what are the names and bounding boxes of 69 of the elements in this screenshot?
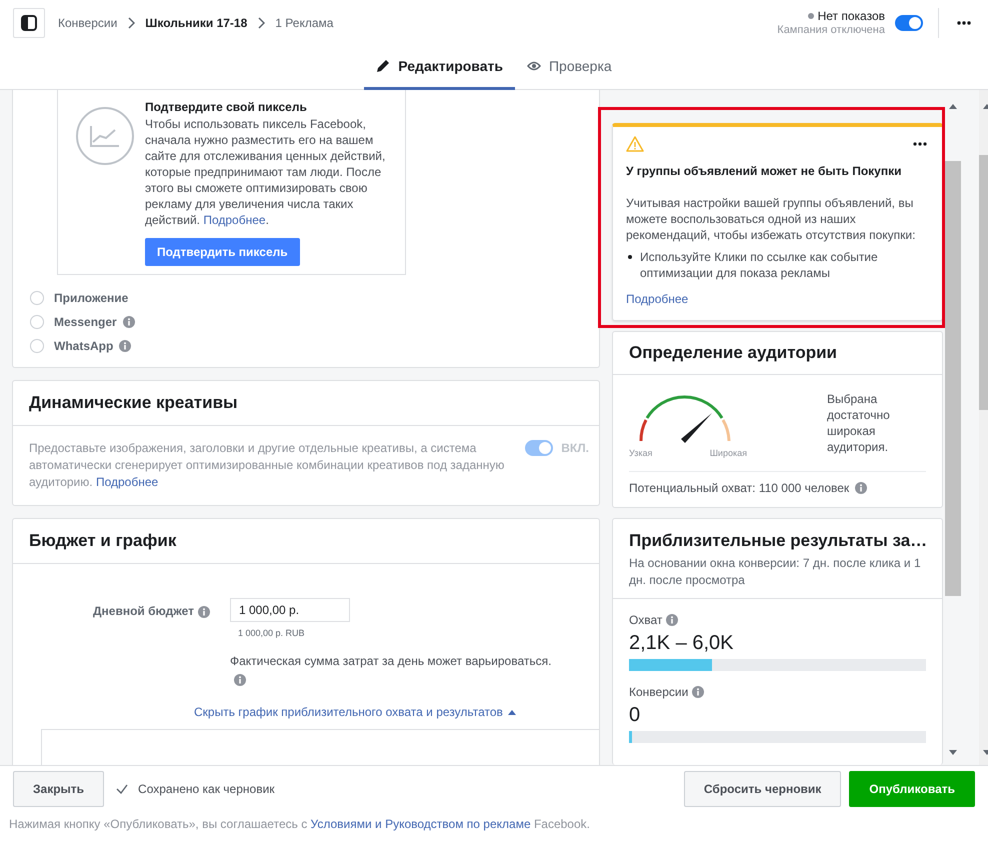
budget-input[interactable]: 1 000,00 р. [230,598,350,622]
recommendation-text: Используйте Клики по ссылке как событие оптимизации для показа рекламы [640,249,879,281]
info-icon [855,482,868,494]
caret-up-icon [508,710,516,714]
status-text: Нет показов [818,9,885,23]
radio-label: Messenger [54,315,117,329]
metric-label: Охват [629,613,662,627]
breadcrumb-link[interactable]: Школьники 17-18 [145,16,248,30]
warning-text: Учитывая настройки вашей группы объявлений, вы можете воспользоваться одной из наших рекомендаций, чтобы избежать отсутствия покупки: [626,195,916,243]
scroll-up-icon [949,104,957,109]
info-icon [234,674,246,686]
breadcrumb-link[interactable]: Конверсии [58,16,118,30]
pencil-icon [376,59,390,73]
panel-icon [21,14,37,30]
warning-icon [626,136,644,152]
bullet-icon [628,255,632,259]
info-icon [692,686,704,698]
status-dot-icon [808,13,814,19]
radio-button[interactable] [30,291,44,305]
status-note: Кампания отключена [777,24,885,36]
pixel-description: Чтобы использовать пиксель Facebook, сначала нужно разместить его на вашем сайте для отслеживания ценных действий, которые предпринимают там люди. После этого вы сможете оптимизировать свою рекламу для увеличения числа таких действий. Подробнее. [145,116,386,228]
close-button[interactable]: Закрыть [13,771,104,807]
confirm-pixel-button[interactable]: Подтвердить пиксель [145,238,300,266]
publish-button[interactable]: Опубликовать [849,771,975,807]
gauge-label: Узкая [629,448,652,458]
sidebar-toggle-button[interactable] [13,8,45,38]
eye-icon [526,61,541,71]
gauge-label: Широкая [710,448,747,458]
section-description: Предоставьте изображения, заголовки и другие отдельные креативы, а система автоматически сгенерирует оптимизированные комбинации креативов под заданную аудиторию. Подробнее [29,440,506,491]
hide-chart-link[interactable]: Скрыть график приблизительного охвата и результатов [194,705,516,719]
toggle-label: ВКЛ. [561,441,589,455]
chevron-right-icon [257,16,266,28]
breadcrumb-link[interactable]: 1 Реклама [275,16,334,30]
check-icon [116,784,128,794]
chevron-right-icon [127,16,136,28]
terms-link[interactable]: Условиями и Руководством по рекламе [310,817,531,831]
legal-notice: Нажимая кнопку «Опубликовать», вы соглашаетесь с Условиями и Руководством по рекламе Facebook. [9,817,591,831]
learn-more-link[interactable]: Подробнее [203,213,266,227]
metric-value: 0 [629,704,642,727]
warning-title: У группы объявлений может не быть Покупки [626,164,902,178]
reset-draft-button[interactable]: Сбросить черновик [684,771,842,807]
section-title: Определение аудитории [613,332,942,375]
section-title: Приблизительные результаты за… [629,531,926,551]
info-icon [198,606,210,618]
currency-hint: 1 000,00 р. RUB [238,628,306,638]
metric-value: 2,1K – 6,0K [629,632,735,655]
saved-status: Сохранено как черновик [138,782,275,796]
section-title: Бюджет и график [13,519,599,564]
more-icon [957,20,971,24]
radio-label: Приложение [54,291,128,305]
learn-more-link[interactable]: Подробнее [626,292,688,306]
pixel-title: Подтвердите свой пиксель [145,100,308,114]
more-button[interactable] [911,140,929,148]
radio-label: WhatsApp [54,339,114,353]
section-subtitle: На основании окна конверсии: 7 дн. после клика и 1 дн. после просмотра [629,555,922,589]
more-icon [913,142,927,146]
audience-verdict: Выбрана достаточно широкая аудитория. [827,391,891,456]
radio-button[interactable] [30,315,44,329]
budget-note: Фактическая сумма затрат за день может варьироваться. [230,654,552,668]
tab[interactable]: Проверка [514,45,624,90]
scroll-down-icon [949,750,957,755]
chart-circle-icon [75,106,135,166]
radio-button[interactable] [30,339,44,353]
field-label: Дневной бюджет [93,604,194,618]
section-title: Динамические креативы [13,381,599,426]
toggle-switch[interactable] [895,14,923,30]
info-icon [666,614,678,626]
potential-reach: Потенциальный охват: 110 000 человек [629,481,850,495]
metric-label: Конверсии [629,685,688,699]
